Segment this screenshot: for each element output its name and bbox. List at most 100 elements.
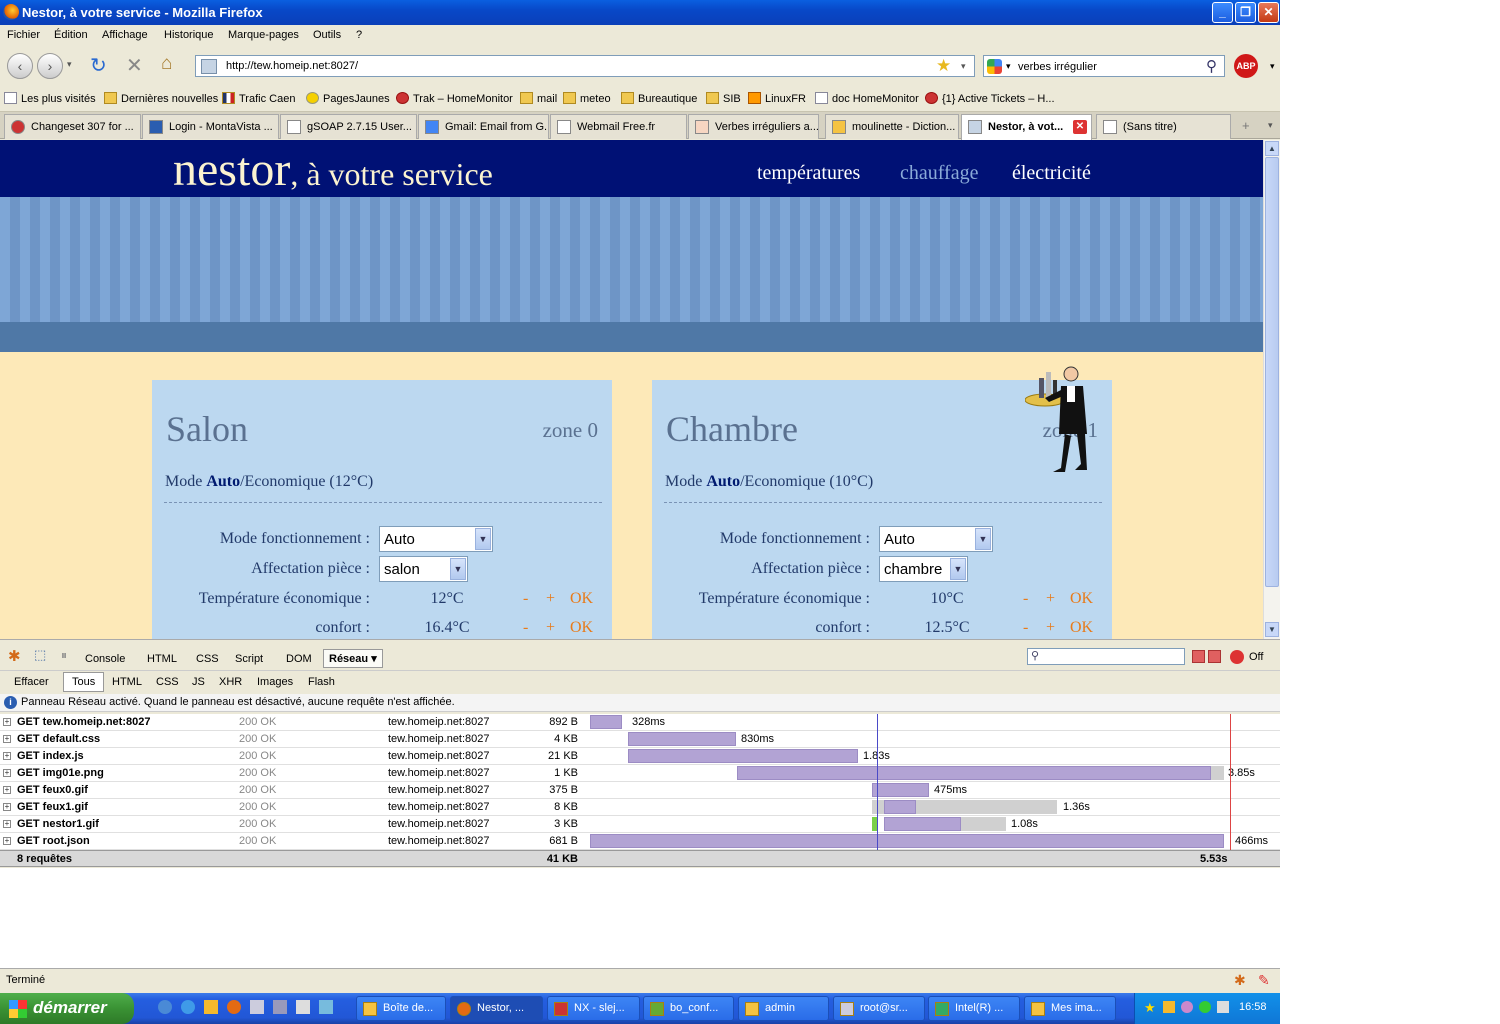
tab-gsoap[interactable]: gSOAP 2.7.15 User...	[280, 114, 417, 139]
quicklaunch-icon[interactable]	[158, 1000, 172, 1014]
tab-sans-titre[interactable]: (Sans titre)	[1096, 114, 1231, 139]
maximize-button[interactable]: ❐	[1235, 2, 1256, 23]
firebug-search-input[interactable]: ⚲	[1027, 648, 1185, 665]
net-filter-flash[interactable]: Flash	[308, 676, 335, 688]
search-input[interactable]: verbes irrégulier	[1018, 61, 1097, 73]
chevron-down-icon[interactable]: ▼	[475, 528, 491, 550]
select-affectation-piece[interactable]: salon ▼	[379, 556, 468, 582]
confort-ok-button[interactable]: OK	[570, 619, 593, 637]
menu-affichage[interactable]: Affichage	[102, 29, 148, 41]
tray-icon[interactable]	[1199, 1001, 1211, 1013]
expand-icon[interactable]: +	[3, 803, 11, 811]
expand-icon[interactable]: +	[3, 769, 11, 777]
addon-status-icon[interactable]: ✎	[1258, 972, 1270, 989]
chevron-down-icon[interactable]: ▼	[975, 528, 991, 550]
quicklaunch-icon[interactable]	[273, 1000, 287, 1014]
eco-ok-button[interactable]: OK	[570, 590, 593, 608]
search-box[interactable]: ▾ verbes irrégulier ⚲	[983, 55, 1225, 77]
eco-minus-button[interactable]: -	[523, 590, 528, 608]
table-row[interactable]: + GET root.json 200 OK tew.homeip.net:8027 6…	[0, 833, 1280, 850]
tab-list-icon[interactable]: ▾	[1268, 120, 1273, 131]
url-bar[interactable]: http://tew.homeip.net:8027/ ★ ▾	[195, 55, 975, 77]
firebug-off[interactable]: Off	[1249, 651, 1263, 663]
net-filter-js[interactable]: JS	[192, 676, 205, 688]
firebug-icon[interactable]: ✱	[8, 647, 21, 665]
taskbar-item-admin[interactable]: admin	[738, 996, 829, 1021]
menu-fichier[interactable]: Fichier	[7, 29, 40, 41]
start-button[interactable]: démarrer	[0, 993, 134, 1024]
ie-icon[interactable]	[181, 1000, 195, 1014]
bookmark-trak[interactable]: Trak – HomeMonitor	[396, 92, 513, 105]
eco-minus-button[interactable]: -	[1023, 590, 1028, 608]
quicklaunch-icon[interactable]	[296, 1000, 310, 1014]
bookmark-bureautique[interactable]: Bureautique	[621, 92, 697, 105]
firebug-tab-html[interactable]: HTML	[147, 653, 177, 665]
menu-outils[interactable]: Outils	[313, 29, 341, 41]
minimize-panel-icon[interactable]	[1192, 650, 1205, 663]
google-icon[interactable]	[987, 59, 1002, 74]
nav-electricite[interactable]: électricité	[1012, 162, 1091, 185]
taskbar-item-bo-conf[interactable]: bo_conf...	[643, 996, 734, 1021]
pause-icon[interactable]: ⏸	[61, 648, 67, 663]
tray-icon[interactable]	[1163, 1001, 1175, 1013]
net-filter-html[interactable]: HTML	[112, 676, 142, 688]
bookmark-active-tickets[interactable]: {1} Active Tickets – H...	[925, 92, 1055, 105]
search-icon[interactable]: ⚲	[1206, 57, 1217, 75]
stop-icon[interactable]: ✕	[126, 53, 143, 78]
expand-icon[interactable]: +	[3, 820, 11, 828]
nav-temperatures[interactable]: températures	[757, 162, 860, 185]
taskbar-item-root[interactable]: root@sr...	[833, 996, 925, 1021]
table-row[interactable]: + GET img01e.png 200 OK tew.homeip.net:8027…	[0, 765, 1280, 782]
net-clear-button[interactable]: Effacer	[14, 676, 49, 688]
close-button[interactable]: ✕	[1258, 2, 1279, 23]
tab-webmail-free[interactable]: Webmail Free.fr	[550, 114, 687, 139]
power-icon[interactable]	[1230, 650, 1244, 664]
eco-plus-button[interactable]: +	[1046, 590, 1055, 608]
home-icon[interactable]: ⌂	[161, 53, 172, 75]
scroll-thumb[interactable]	[1265, 157, 1279, 587]
net-filter-all[interactable]: Tous	[63, 672, 105, 692]
firebug-status-icon[interactable]: ✱	[1234, 972, 1246, 989]
nav-chauffage[interactable]: chauffage	[900, 162, 978, 185]
table-row[interactable]: + GET nestor1.gif 200 OK tew.homeip.net:802…	[0, 816, 1280, 833]
bookmark-sib[interactable]: SIB	[706, 92, 741, 105]
select-mode-fonctionnement[interactable]: Auto ▼	[879, 526, 993, 552]
scroll-up-icon[interactable]: ▲	[1265, 141, 1279, 156]
taskbar-item-mes-images[interactable]: Mes ima...	[1024, 996, 1116, 1021]
firefox-icon[interactable]	[227, 1000, 241, 1014]
expand-icon[interactable]: +	[3, 752, 11, 760]
url-text[interactable]: http://tew.homeip.net:8027/	[226, 60, 358, 72]
table-row[interactable]: + GET tew.homeip.net:8027 200 OK tew.homeip…	[0, 714, 1280, 731]
tab-moulinette[interactable]: moulinette - Diction...	[825, 114, 959, 139]
taskbar-item-nestor[interactable]: Nestor, ...	[450, 996, 543, 1021]
quicklaunch-icon[interactable]	[319, 1000, 333, 1014]
tab-changeset[interactable]: Changeset 307 for ...	[4, 114, 141, 139]
menu-marque-pages[interactable]: Marque-pages	[228, 29, 299, 41]
net-filter-images[interactable]: Images	[257, 676, 293, 688]
select-affectation-piece[interactable]: chambre ▼	[879, 556, 968, 582]
eco-ok-button[interactable]: OK	[1070, 590, 1093, 608]
eco-plus-button[interactable]: +	[546, 590, 555, 608]
tray-icon[interactable]	[1181, 1001, 1193, 1013]
menu-help[interactable]: ?	[356, 29, 362, 41]
net-filter-css[interactable]: CSS	[156, 676, 179, 688]
adblock-menu-icon[interactable]: ▾	[1270, 61, 1275, 72]
confort-plus-button[interactable]: +	[546, 619, 555, 637]
close-tab-icon[interactable]: ✕	[1073, 120, 1087, 134]
bookmark-mail[interactable]: mail	[520, 92, 557, 105]
tab-nestor[interactable]: Nestor, à vot... ✕	[961, 114, 1092, 140]
firebug-tab-reseau[interactable]: Réseau ▾	[323, 649, 383, 668]
bookmark-plus-visites[interactable]: Les plus visités	[4, 92, 96, 105]
inspect-icon[interactable]: ⬚	[34, 647, 46, 663]
bookmark-pagesjaunes[interactable]: PagesJaunes	[306, 92, 390, 105]
bookmark-star-icon[interactable]: ★	[936, 56, 951, 76]
firebug-tab-script[interactable]: Script	[235, 653, 263, 665]
tray-icon[interactable]	[1217, 1001, 1229, 1013]
select-mode-fonctionnement[interactable]: Auto ▼	[379, 526, 493, 552]
menu-historique[interactable]: Historique	[164, 29, 214, 41]
engine-dropdown-icon[interactable]: ▾	[1006, 61, 1011, 72]
confort-minus-button[interactable]: -	[523, 619, 528, 637]
table-row[interactable]: + GET index.js 200 OK tew.homeip.net:8027 21…	[0, 748, 1280, 765]
menu-edition[interactable]: Édition	[54, 29, 88, 41]
firebug-tab-dom[interactable]: DOM	[286, 653, 312, 665]
